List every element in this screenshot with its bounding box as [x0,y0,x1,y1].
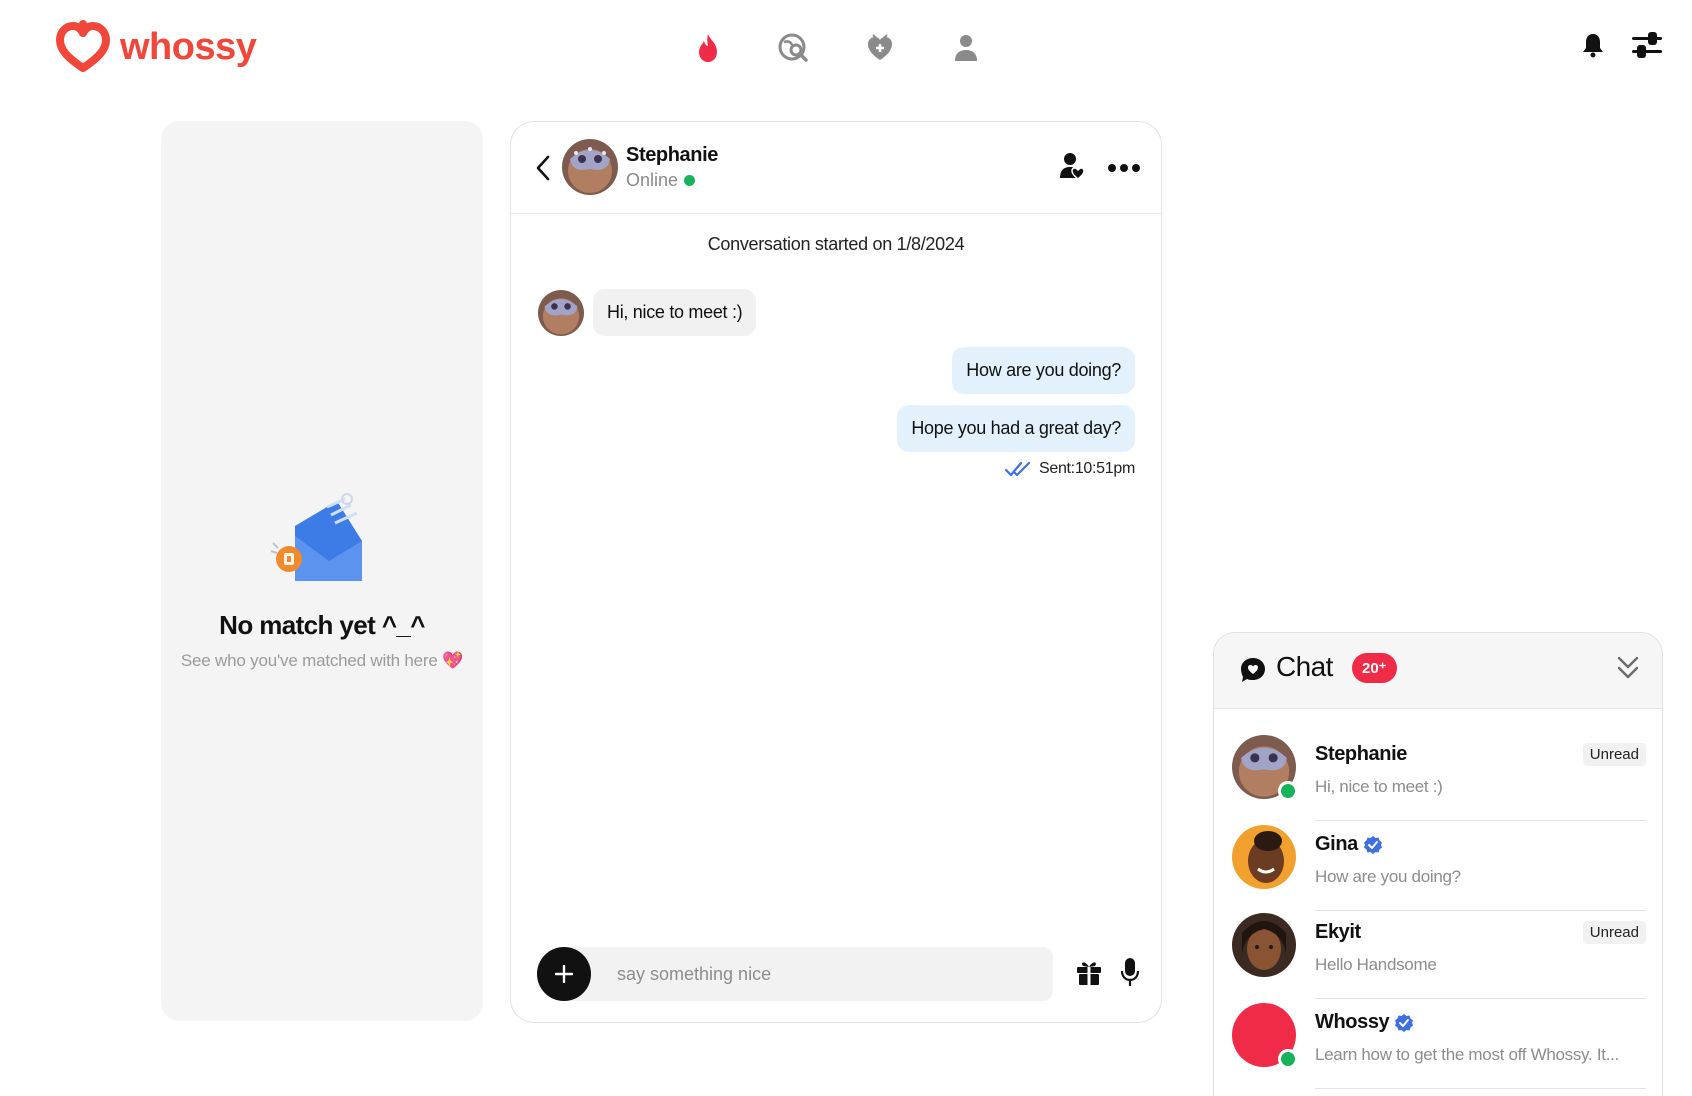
chat-contact-name: Whossy [1315,1011,1414,1034]
add-attachment-button[interactable] [537,947,591,1001]
message-avatar[interactable] [538,289,584,336]
empty-state-subtitle: See who you've matched with here 💖 [161,651,483,671]
collapse-chat-button[interactable] [1616,655,1640,686]
chat-preview: Hi, nice to meet :) [1315,777,1443,796]
nav-explore-button[interactable] [776,30,812,66]
message-bubble-outgoing: How are you doing? [952,347,1135,394]
unread-tag: Unread [1582,921,1646,944]
chat-avatar-wrap [1232,735,1298,801]
composer-actions [1076,957,1140,992]
more-options-button[interactable] [1107,160,1141,178]
contact-status-text: Online [626,170,679,190]
stephanie-avatar-image [562,139,618,195]
conversation-header: Stephanie Online [511,122,1161,214]
logo-heart-icon [56,20,110,72]
divider [1315,910,1646,911]
chat-list-item[interactable]: Whossy Learn how to get the most off Who… [1232,1003,1646,1089]
back-button[interactable] [533,154,557,182]
message-sent-status: Sent:10:51pm [1004,460,1135,478]
conversation-start-date: Conversation started on 1/8/2024 [707,234,965,254]
avatar [1232,913,1296,977]
empty-state-subtitle-text: See who you've matched with here [180,651,438,670]
chat-avatar-wrap [1232,1003,1298,1069]
gina-avatar-image [1232,825,1296,889]
chat-contact-name: Ekyit [1315,921,1361,944]
explore-search-icon [778,33,808,62]
chevron-double-down-icon [1617,656,1639,679]
contact-status: Online [626,170,696,191]
chat-contact-name: Gina [1315,833,1383,856]
profile-icon [955,35,977,61]
chat-preview: How are you doing? [1315,867,1461,886]
chat-contact-name-text: Ekyit [1315,921,1361,943]
conversation-actions [1059,152,1141,185]
main-navigation [690,30,984,66]
verified-badge-icon [1395,1013,1414,1032]
message-incoming: Hi, nice to meet :) [538,289,757,336]
chat-widget-header[interactable]: Chat 20⁺ [1214,633,1662,709]
app-logo[interactable]: whossy [56,20,257,74]
sliders-icon [1632,32,1662,58]
chat-list-item[interactable]: Stephanie Unread Hi, nice to meet :) [1232,735,1646,821]
chat-preview: Hello Handsome [1315,955,1437,974]
online-indicator [1278,1049,1298,1069]
avatar [1232,825,1296,889]
flame-icon [699,34,717,62]
online-indicator [684,175,696,186]
divider [1315,998,1646,999]
message-composer [537,947,1053,1001]
notifications-button[interactable] [1582,32,1604,63]
message-bubble-outgoing: Hope you had a great day? [897,405,1135,452]
divider [1315,1088,1646,1089]
send-gift-button[interactable] [1076,958,1102,991]
unmatch-button[interactable] [1059,152,1085,185]
gift-icon [1077,962,1101,985]
chat-widget-title: Chat [1276,651,1333,682]
envelope-illustration-icon [270,493,362,581]
verified-badge-icon [1363,835,1382,854]
chat-contact-name-text: Whossy [1315,1011,1390,1033]
contact-name: Stephanie [626,144,718,166]
chat-list-item[interactable]: Gina How are you doing? [1232,825,1646,911]
chat-contact-name-text: Stephanie [1315,743,1407,765]
online-indicator [1278,781,1298,801]
chat-widget: Chat 20⁺ Stephanie Unread Hi, nice to me… [1213,632,1663,1096]
chat-preview: Learn how to get the most off Whossy. It… [1315,1045,1619,1064]
chevron-left-icon [536,155,550,181]
chat-list-item[interactable]: Ekyit Unread Hello Handsome [1232,913,1646,999]
empty-state-title: No match yet ^_^ [219,610,425,640]
matches-empty-state: No match yet ^_^ See who you've matched … [161,491,483,671]
microphone-icon [1120,958,1140,986]
chat-heart-icon [1241,658,1265,682]
voice-message-button[interactable] [1120,957,1140,992]
chat-avatar-wrap [1232,825,1296,889]
chat-contact-name: Stephanie [1315,743,1407,766]
contact-avatar[interactable] [562,139,618,195]
stephanie-avatar-image [538,289,584,336]
sparkling-heart-emoji: 💖 [442,651,464,670]
conversation-panel: Stephanie Online Conversation started on… [510,121,1162,1023]
user-heart-icon [1060,153,1085,180]
nav-profile-button[interactable] [948,30,984,66]
divider [1315,820,1646,821]
nav-discover-button[interactable] [690,30,726,66]
filters-button[interactable] [1632,32,1662,63]
nav-likes-button[interactable] [862,30,898,66]
heart-shield-icon [868,34,892,60]
chat-contact-name-text: Gina [1315,833,1358,855]
top-right-actions [1582,32,1662,63]
ekyit-avatar-image [1232,913,1296,977]
plus-icon [555,965,573,983]
logo-text: whossy [120,25,257,68]
more-horizontal-icon [1108,163,1140,172]
message-bubble: Hi, nice to meet :) [593,289,757,336]
chat-avatar-wrap [1232,913,1296,977]
sent-status-text: Sent:10:51pm [1038,460,1135,477]
message-input[interactable] [617,947,1037,1001]
bell-icon [1583,34,1603,58]
matches-panel: No match yet ^_^ See who you've matched … [161,121,483,1021]
unread-count-badge: 20⁺ [1352,653,1397,683]
double-check-icon [1004,461,1031,477]
unread-tag: Unread [1582,743,1646,766]
